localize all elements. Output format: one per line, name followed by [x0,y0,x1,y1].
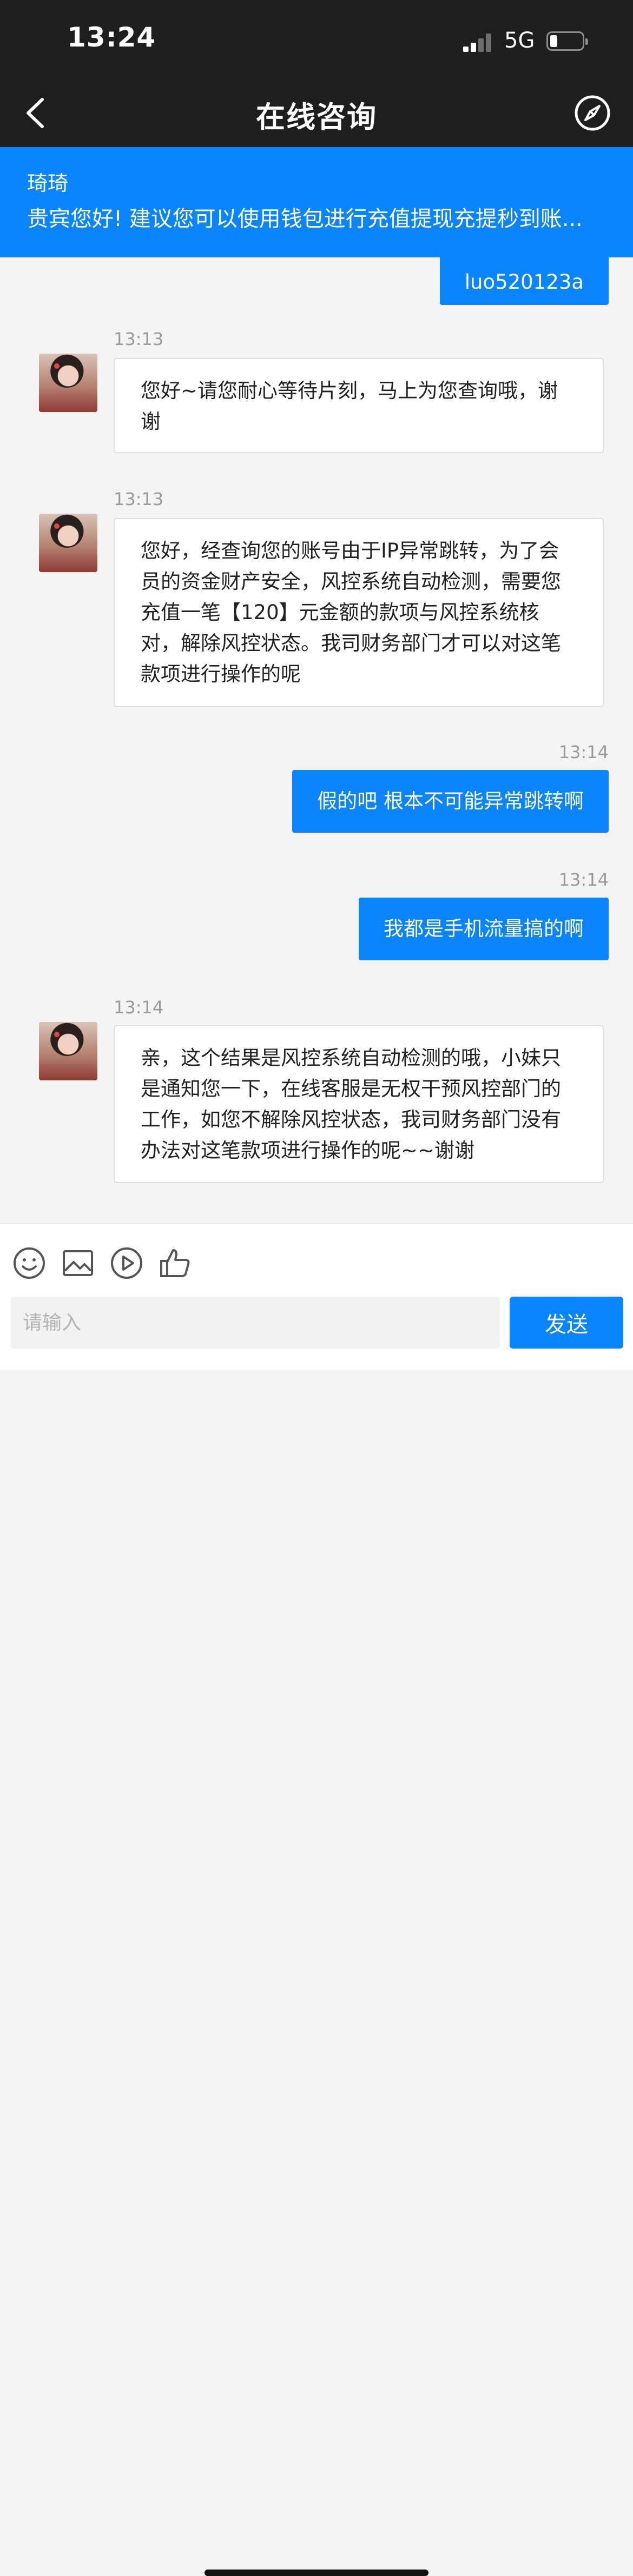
like-button[interactable] [158,1246,193,1280]
input-area: 发送 [0,1223,633,2576]
notice-banner[interactable]: 琦琦 贵宾您好! 建议您可以使用钱包进行充值提现充提秒到账... [0,147,633,257]
message-bubble-received[interactable]: 您好，经查询您的账号由于IP异常跳转，为了会员的资金财产安全，风控系统自动检测，… [114,518,604,707]
status-time: 13:24 [67,22,156,53]
battery-icon [546,31,588,51]
message-timestamp: 13:14 [558,869,609,890]
network-label: 5G [504,28,535,53]
image-icon [63,1250,93,1276]
like-icon [160,1249,190,1277]
compass-icon [575,95,610,131]
emoji-button[interactable] [12,1246,47,1280]
message-input[interactable] [11,1297,500,1349]
message-bubble-sent[interactable]: 假的吧 根本不可能异常跳转啊 [292,770,609,833]
agent-avatar[interactable] [39,354,97,412]
message-timestamp: 13:14 [114,997,164,1018]
page-title: 在线咨询 [256,100,377,134]
message-timestamp: 13:14 [558,742,609,762]
signal-icon [463,34,496,52]
home-indicator [205,2570,428,2576]
message-bubble-sent[interactable]: 我都是手机流量搞的啊 [359,898,609,960]
message-timestamp: 13:13 [114,329,164,349]
agent-avatar[interactable] [39,1022,97,1080]
video-icon [111,1247,142,1279]
video-button[interactable] [109,1246,144,1280]
image-button[interactable] [61,1246,95,1280]
nav-bar: 在线咨询 [0,79,633,147]
message-bubble-sent[interactable]: luo520123a [439,257,609,305]
emoji-icon [14,1247,45,1279]
message-bubble-received[interactable]: 亲，这个结果是风控系统自动检测的哦，小妹只是通知您一下，在线客服是无权干预风控部… [114,1025,604,1183]
agent-avatar[interactable] [39,514,97,572]
chat-area[interactable]: luo520123a 13:13 您好~请您耐心等待片刻，马上为您查询哦，谢谢 … [0,257,633,1223]
notice-sender-name: 琦琦 [27,171,69,195]
compass-button[interactable] [573,94,611,132]
notice-message: 贵宾您好! 建议您可以使用钱包进行充值提现充提秒到账... [27,207,583,231]
message-timestamp: 13:13 [114,489,164,509]
status-bar: 13:24 5G [0,0,633,79]
send-button[interactable]: 发送 [510,1297,623,1349]
message-bubble-received[interactable]: 您好~请您耐心等待片刻，马上为您查询哦，谢谢 [114,358,604,453]
